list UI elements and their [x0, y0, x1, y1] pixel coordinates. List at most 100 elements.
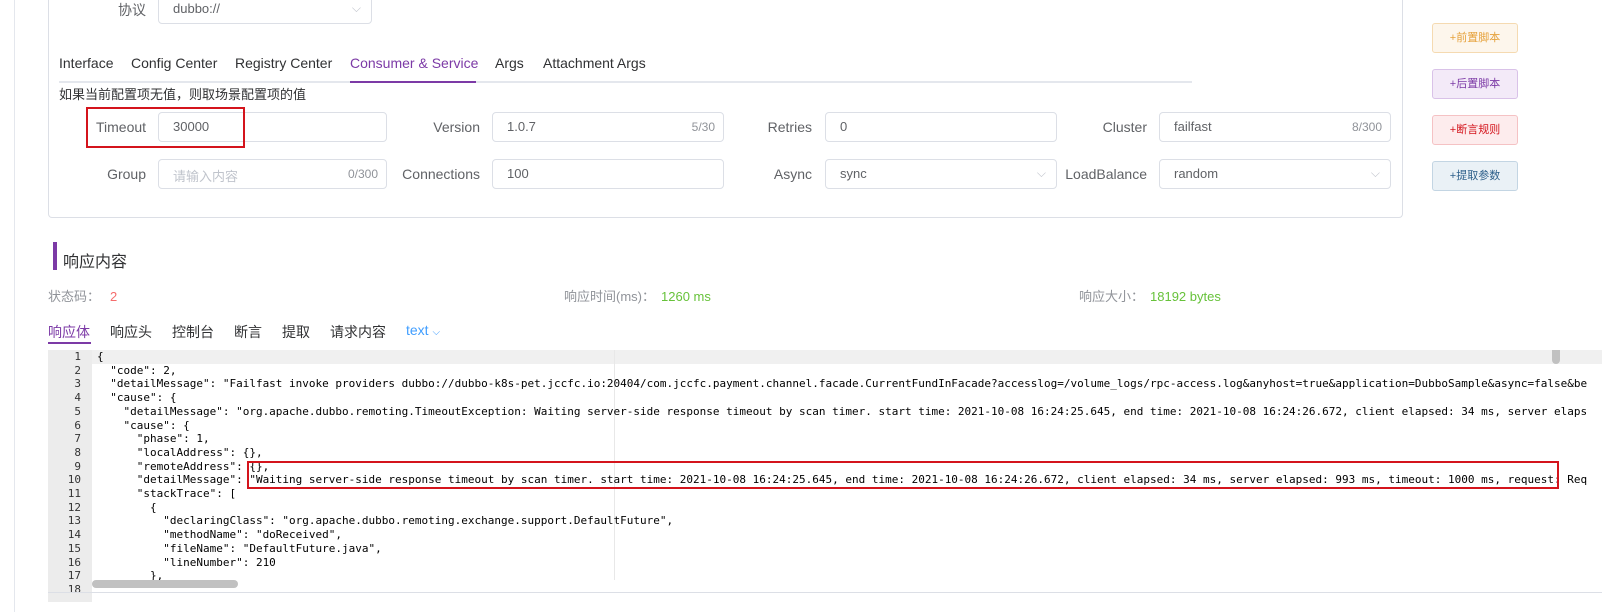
protocol-select[interactable]: dubbo:// ⌵ — [158, 0, 372, 24]
group-input[interactable]: 请输入内容 0/300 — [158, 159, 387, 189]
tab-args[interactable]: Args — [495, 55, 524, 71]
post-script-button[interactable]: +后置脚本 — [1432, 69, 1518, 99]
connections-value: 100 — [507, 166, 529, 181]
code-text: { — [97, 350, 104, 363]
tab-registry-center[interactable]: Registry Center — [235, 55, 332, 71]
line-number: 18 — [67, 582, 81, 596]
line-number: 5 — [74, 404, 81, 418]
version-input[interactable]: 1.0.7 5/30 — [492, 112, 724, 142]
response-title: 响应内容 — [63, 254, 128, 271]
response-time: 响应时间(ms)： 1260 ms — [564, 286, 711, 305]
pre-script-button[interactable]: +前置脚本 — [1432, 23, 1518, 53]
code-text: "localAddress": {}, — [97, 445, 263, 459]
chevron-down-icon: ⌵ — [351, 1, 361, 15]
code-text: "code": 2, — [97, 363, 177, 377]
mode-value: text — [406, 322, 429, 338]
line-number: 10 — [67, 473, 81, 487]
connections-input[interactable]: 100 — [492, 159, 724, 189]
code-text: "cause": { — [97, 391, 177, 405]
extract-param-button[interactable]: +提取参数 — [1432, 161, 1518, 191]
tab-interface[interactable]: Interface — [59, 55, 113, 71]
code-line: 12 { — [48, 500, 157, 515]
loadbalance-value: random — [1174, 166, 1219, 181]
code-text: { — [97, 500, 157, 514]
code-line: 13 "declaringClass": "org.apache.dubbo.r… — [48, 514, 673, 528]
code-text: "declaringClass": "org.apache.dubbo.remo… — [97, 514, 674, 528]
line-number: 15 — [67, 541, 81, 555]
line-number: 8 — [74, 445, 81, 459]
group-count: 0/300 — [347, 167, 378, 181]
response-size: 响应大小： 18192 bytes — [1079, 286, 1221, 305]
mode-select[interactable]: text ⌵ — [406, 322, 440, 338]
group-label: Group — [107, 166, 146, 182]
line-number: 1 — [74, 350, 81, 363]
async-label: Async — [773, 166, 812, 182]
vertical-scrollbar[interactable] — [1552, 350, 1560, 364]
line-number: 16 — [67, 555, 81, 569]
code-line: 11 "stackTrace": [ — [48, 487, 236, 501]
status-label: 状态码： — [48, 289, 101, 304]
cluster-count: 8/300 — [1351, 120, 1382, 134]
retries-input[interactable]: 0 — [825, 112, 1057, 142]
active-tab-indicator — [350, 81, 476, 83]
code-editor[interactable]: 1{2 "code": 2, 3 "detailMessage": "Failfa… — [48, 350, 1602, 602]
cluster-input[interactable]: failfast 8/300 — [1159, 112, 1391, 142]
line-number: 17 — [67, 569, 81, 583]
version-label: Version — [433, 119, 480, 135]
tab-console[interactable]: 控制台 — [172, 322, 214, 342]
version-value: 1.0.7 — [507, 119, 536, 134]
config-hint: 如果当前配置项无值，则取场景配置项的值 — [59, 87, 307, 102]
line-number: 12 — [67, 500, 81, 514]
tab-attachment-args[interactable]: Attachment Args — [543, 55, 646, 71]
code-text: "methodName": "doReceived", — [97, 528, 343, 542]
tab-response-headers[interactable]: 响应头 — [110, 322, 152, 342]
code-text: "detailMessage": "org.apache.dubbo.remot… — [97, 404, 1588, 418]
line-number: 4 — [74, 391, 81, 405]
protocol-value: dubbo:// — [173, 1, 220, 16]
left-rail — [14, 0, 15, 612]
code-line: 8 "localAddress": {}, — [48, 445, 262, 460]
code-line: 18 — [48, 583, 81, 597]
code-line: 10 "detailMessage": "Waiting server-side… — [48, 473, 1587, 487]
code-text: "fileName": "DefaultFuture.java", — [97, 541, 382, 555]
line-number: 13 — [67, 514, 81, 528]
loadbalance-select[interactable]: random ⌵ — [1159, 159, 1391, 189]
line-number: 7 — [74, 432, 81, 446]
code-line: 5 "detailMessage": "org.apache.dubbo.rem… — [48, 404, 1587, 419]
code-line: 14 "methodName": "doReceived", — [48, 528, 342, 542]
current-line-highlight — [92, 350, 1602, 364]
async-select[interactable]: sync ⌵ — [825, 159, 1057, 189]
loadbalance-label: LoadBalance — [1065, 166, 1147, 182]
highlight-box-detail-message — [247, 461, 1559, 489]
protocol-label: 协议 — [118, 2, 146, 18]
horizontal-scrollbar[interactable] — [92, 580, 238, 588]
code-text: "phase": 1, — [97, 432, 210, 446]
code-line: 3 "detailMessage": "Failfast invoke prov… — [48, 377, 1587, 391]
cluster-label: Cluster — [1102, 119, 1147, 135]
assert-rule-button[interactable]: +断言规则 — [1432, 115, 1518, 145]
status-code: 状态码： 2 — [48, 286, 117, 305]
retries-label: Retries — [767, 119, 812, 135]
line-number: 11 — [67, 487, 81, 500]
tab-request-content[interactable]: 请求内容 — [330, 322, 386, 342]
tab-response-body[interactable]: 响应体 — [48, 322, 90, 342]
code-line: 2 "code": 2, — [48, 363, 176, 378]
code-line: 16 "lineNumber": 210 — [48, 555, 276, 570]
line-number: 14 — [67, 528, 81, 542]
code-text: "cause": { — [97, 418, 190, 432]
tab-config-center[interactable]: Config Center — [131, 55, 217, 71]
line-number: 2 — [74, 363, 81, 377]
tab-extract[interactable]: 提取 — [282, 322, 310, 342]
code-line: 9 "remoteAddress": {}, — [48, 459, 269, 474]
tab-assertions[interactable]: 断言 — [234, 322, 262, 342]
group-placeholder: 请输入内容 — [173, 169, 239, 184]
line-number: 3 — [74, 377, 81, 391]
chevron-down-icon: ⌵ — [432, 327, 441, 338]
section-accent-bar — [53, 242, 57, 270]
code-line: 6 "cause": { — [48, 419, 189, 433]
tab-consumer-service[interactable]: Consumer & Service — [350, 55, 478, 71]
time-label: 响应时间(ms)： — [564, 289, 655, 304]
code-text: "detailMessage": "Failfast invoke provid… — [97, 377, 1588, 391]
line-number: 9 — [74, 459, 81, 473]
highlight-box-timeout — [86, 107, 245, 148]
